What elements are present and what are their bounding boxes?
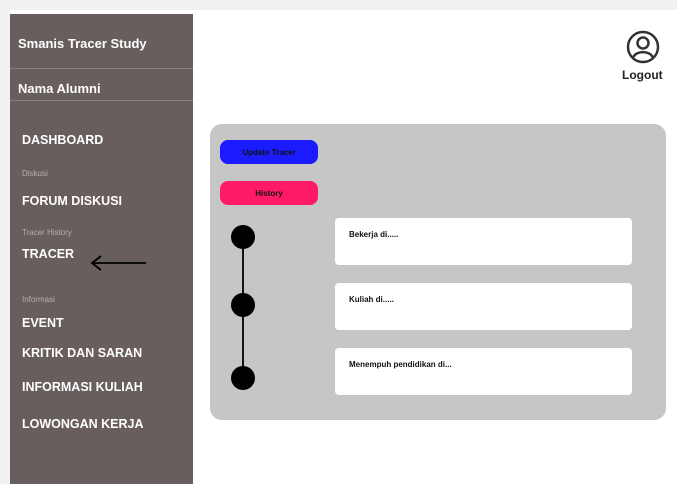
sidebar: Smanis Tracer Study Nama Alumni DASHBOAR… [10, 14, 193, 484]
divider [10, 100, 193, 101]
timeline-card: Menempuh pendidikan di... [335, 348, 632, 395]
timeline-dot [231, 366, 255, 390]
timeline-dot [231, 293, 255, 317]
section-label-informasi: Informasi [22, 295, 55, 304]
top-strip [0, 0, 677, 10]
history-button[interactable]: History [220, 181, 318, 205]
timeline-text-kuliah: Kuliah di..... [349, 295, 394, 304]
update-tracer-button[interactable]: Update Tracer [220, 140, 318, 164]
arrow-left-icon [90, 255, 146, 271]
timeline-card: Bekerja di..... [335, 218, 632, 265]
timeline-text-pendidikan: Menempuh pendidikan di... [349, 360, 452, 369]
user-avatar-icon[interactable] [626, 30, 660, 64]
divider [10, 68, 193, 69]
left-strip [0, 10, 10, 484]
sidebar-item-tracer[interactable]: TRACER [22, 247, 74, 261]
sidebar-item-forum-diskusi[interactable]: FORUM DISKUSI [22, 194, 122, 208]
sidebar-item-lowongan-kerja[interactable]: LOWONGAN KERJA [22, 417, 144, 431]
section-label-tracer-history: Tracer History [22, 228, 72, 237]
sidebar-item-dashboard[interactable]: DASHBOARD [22, 133, 103, 147]
section-label-diskusi: Diskusi [22, 169, 48, 178]
timeline-dot [231, 225, 255, 249]
alumni-name: Nama Alumni [18, 81, 101, 96]
logout-button[interactable]: Logout [622, 68, 663, 82]
sidebar-item-kritik-dan-saran[interactable]: KRITIK DAN SARAN [22, 346, 142, 360]
sidebar-item-event[interactable]: EVENT [22, 316, 64, 330]
sidebar-item-informasi-kuliah[interactable]: INFORMASI KULIAH [22, 380, 143, 394]
timeline-text-bekerja: Bekerja di..... [349, 230, 399, 239]
app-title: Smanis Tracer Study [18, 36, 147, 51]
timeline-card: Kuliah di..... [335, 283, 632, 330]
